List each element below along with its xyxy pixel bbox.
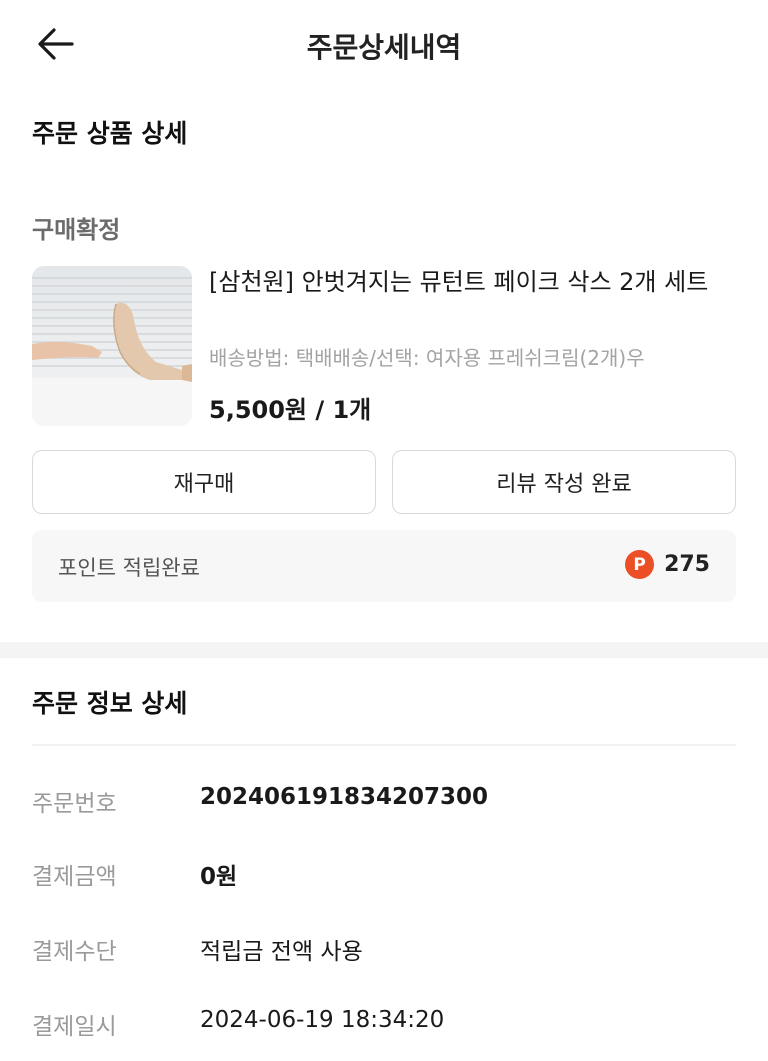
info-row-payment-amount: 결제금액 0원: [32, 857, 736, 897]
info-label: 결제일시: [32, 1014, 117, 1040]
point-amount: P 275: [625, 550, 710, 579]
info-label: 결제금액: [32, 864, 117, 890]
product-option: 배송방법: 택배배송/선택: 여자용 프레쉬크림(2개)우: [209, 346, 645, 370]
payment-method: 적립금 전액 사용: [200, 939, 363, 965]
top-app-bar: 주문상세내역: [0, 0, 768, 88]
order-number: 202406191834207300: [200, 784, 489, 810]
product-image: [32, 266, 192, 426]
point-label: 포인트 적립완료: [58, 556, 200, 580]
rebuy-button[interactable]: 재구매: [32, 450, 376, 514]
info-row-payment-method: 결제수단 적립금 전액 사용: [32, 932, 736, 972]
info-label: 결제수단: [32, 939, 117, 965]
info-row-payment-date: 결제일시 2024-06-19 18:34:20: [32, 1007, 736, 1047]
section-title-order-product: 주문 상품 상세: [32, 119, 188, 148]
divider: [32, 744, 736, 746]
point-value: 275: [664, 552, 710, 577]
info-row-order-number: 주문번호 202406191834207300: [32, 784, 736, 824]
review-complete-button[interactable]: 리뷰 작성 완료: [392, 450, 736, 514]
page-title: 주문상세내역: [306, 31, 462, 64]
payment-amount: 0원: [200, 864, 238, 890]
order-status: 구매확정: [32, 216, 121, 244]
product-price: 5,500원 / 1개: [209, 396, 372, 424]
product-item[interactable]: [삼천원] 안벗겨지는 뮤턴트 페이크 삭스 2개 세트 배송방법: 택배배송/…: [32, 266, 736, 426]
point-icon: P: [625, 550, 655, 579]
product-thumbnail[interactable]: [32, 266, 192, 426]
product-name[interactable]: [삼천원] 안벗겨지는 뮤턴트 페이크 삭스 2개 세트: [209, 266, 736, 298]
section-divider: [0, 642, 768, 658]
section-title-order-info: 주문 정보 상세: [32, 689, 188, 718]
info-label: 주문번호: [32, 791, 117, 817]
payment-date: 2024-06-19 18:34:20: [200, 1007, 445, 1033]
point-earned-box: 포인트 적립완료 P 275: [32, 530, 736, 602]
